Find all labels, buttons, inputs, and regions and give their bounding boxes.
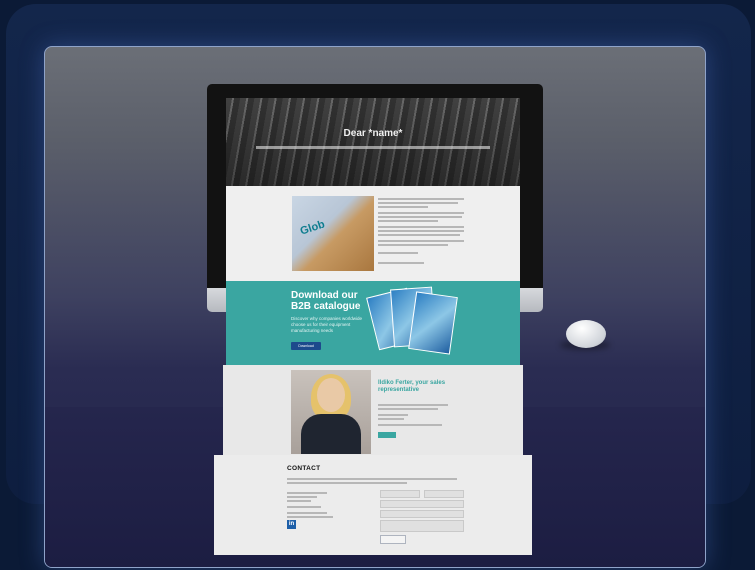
person-head xyxy=(317,378,345,412)
contact-form-field[interactable] xyxy=(424,490,464,498)
contact-text-line xyxy=(287,492,327,494)
hero-subtitle-line xyxy=(256,146,490,149)
contact-form-field[interactable] xyxy=(380,500,464,508)
intro-text-line xyxy=(378,252,418,254)
contact-text-line xyxy=(287,516,333,518)
rep-text-line xyxy=(378,424,442,426)
contact-message-field[interactable] xyxy=(380,520,464,532)
intro-text-line xyxy=(378,198,464,200)
email-hero-banner: Dear *name* xyxy=(226,98,520,186)
mouse xyxy=(566,320,606,348)
intro-text-line xyxy=(378,202,458,204)
rep-text-line xyxy=(378,418,404,420)
rep-text-line xyxy=(378,414,408,416)
catalogue-download-button[interactable]: Download xyxy=(291,342,321,350)
intro-text-line xyxy=(378,244,448,246)
contact-text-line xyxy=(287,496,317,498)
contact-form-field[interactable] xyxy=(380,510,464,518)
intro-text-line xyxy=(378,226,464,228)
intro-text-line xyxy=(378,262,424,264)
sales-rep-section xyxy=(223,365,523,455)
catalogue-page-image xyxy=(408,291,458,355)
intro-text-line xyxy=(378,212,464,214)
catalogue-title: Download our B2B catalogue xyxy=(291,290,361,312)
contact-section xyxy=(214,455,532,555)
contact-text-line xyxy=(287,482,407,484)
rep-text-line xyxy=(378,404,448,406)
contact-form-field[interactable] xyxy=(380,490,420,498)
sales-rep-contact-button[interactable] xyxy=(378,432,396,438)
sales-rep-photo xyxy=(291,370,371,454)
intro-text-line xyxy=(378,216,462,218)
hero-title: Dear *name* xyxy=(343,128,403,139)
contact-text-line xyxy=(287,500,311,502)
rep-text-line xyxy=(378,408,438,410)
catalogue-description: Discover why companies worldwide choose … xyxy=(291,316,363,333)
intro-text-line xyxy=(378,206,428,208)
mockup-scene: Dear *name* Glob Download our B2B catalo… xyxy=(0,0,755,570)
contact-text-line xyxy=(287,512,327,514)
intro-text-line xyxy=(378,234,460,236)
intro-text-line xyxy=(378,240,464,242)
sales-rep-title: Ildiko Ferter, your sales representative xyxy=(378,380,446,393)
contact-send-button[interactable] xyxy=(380,535,406,544)
contact-text-line xyxy=(287,506,321,508)
contact-text-line xyxy=(287,478,457,480)
intro-text-line xyxy=(378,220,438,222)
linkedin-icon[interactable]: in xyxy=(287,520,296,529)
contact-title: CONTACT xyxy=(287,465,321,472)
person-body xyxy=(301,414,361,454)
intro-text-line xyxy=(378,230,464,232)
